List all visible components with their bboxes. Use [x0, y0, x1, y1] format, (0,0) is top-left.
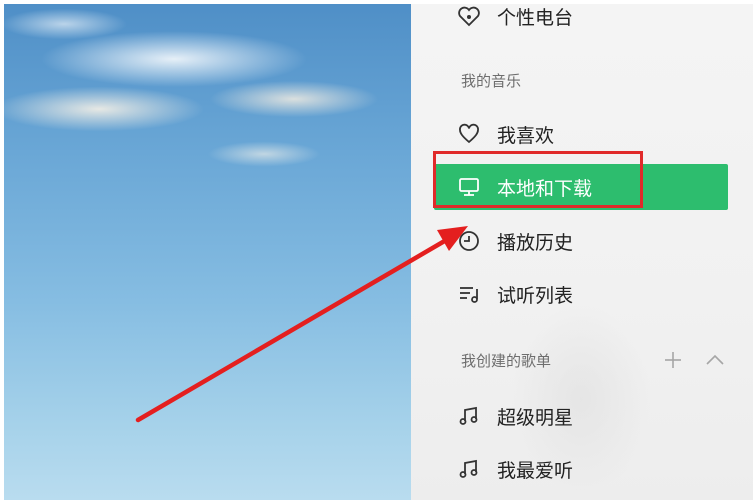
annotation-arrow: [135, 226, 468, 423]
